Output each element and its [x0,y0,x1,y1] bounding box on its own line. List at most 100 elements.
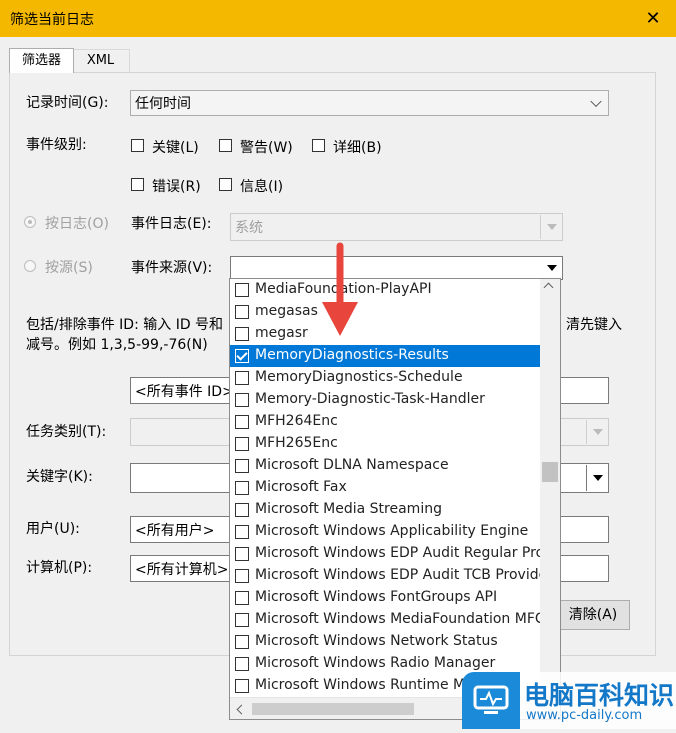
source-item-checkbox[interactable] [235,525,249,539]
monitor-icon [473,685,509,714]
source-item-checkbox[interactable] [235,371,249,385]
source-list-item[interactable]: megasas [230,301,542,323]
source-item-label: Microsoft Windows Network Status [255,633,498,649]
user-value: <所有用户> [135,522,215,539]
source-item-label: Microsoft Windows Runtime Me [255,677,474,693]
computer-label: 计算机(P): [26,560,93,576]
event-log-combo: 系统 [230,213,563,241]
source-list-item[interactable]: MediaFoundation-PlayAPI [230,279,542,301]
caret-down-icon [593,429,603,435]
checkbox-warning[interactable] [219,139,232,152]
radio-by-log-label: 按日志(O) [45,216,109,232]
computer-value: <所有计算机> [135,561,229,578]
source-list-item[interactable]: megasr [230,323,542,345]
watermark-text: 电脑百科知识 [524,681,675,710]
caret-down-icon [547,224,557,230]
checkmark-icon [236,349,248,361]
source-item-checkbox[interactable] [235,437,249,451]
source-list-item[interactable]: Microsoft Windows MediaFoundation MFCa [230,609,553,631]
event-level-label: 事件级别: [26,137,87,153]
source-item-label: Microsoft Windows FontGroups API [255,589,498,605]
source-item-checkbox[interactable] [235,305,249,319]
event-log-dropdown-button [540,215,561,239]
checkbox-information[interactable] [219,178,232,191]
logged-combo[interactable]: 任何时间 [130,90,609,116]
tab-filter[interactable]: 筛选器 [9,48,74,73]
source-item-label: Microsoft Windows Applicability Engine [255,523,529,539]
scrollbar-thumb[interactable] [542,462,558,482]
event-log-label: 事件日志(E): [131,216,212,232]
window-title: 筛选当前日志 [10,12,94,28]
checkbox-error-label: 错误(R) [152,179,201,195]
keywords-dropdown-button[interactable] [586,465,607,491]
source-item-checkbox[interactable] [235,547,249,561]
source-item-checkbox[interactable] [235,283,249,297]
source-item-checkbox[interactable] [235,591,249,605]
source-list-item[interactable]: Memory-Diagnostic-Task-Handler [230,389,542,411]
task-category-dropdown-button [586,420,607,444]
source-list-item[interactable]: Microsoft DLNA Namespace [230,455,542,477]
source-item-checkbox[interactable] [235,569,249,583]
logged-label: 记录时间(G): [26,95,109,111]
source-item-label: MemoryDiagnostics-Results [255,347,449,363]
source-item-checkbox[interactable] [235,481,249,495]
radio-dot [28,220,32,224]
checkbox-verbose-label: 详细(B) [333,140,382,156]
source-item-label: Microsoft Media Streaming [255,501,442,517]
watermark-text-box: 电脑百科知识 www.pc-daily.com [520,672,676,729]
user-label: 用户(U): [26,521,80,537]
caret-down-icon [593,475,603,481]
source-item-label: Microsoft Windows EDP Audit TCB Provider [255,567,553,583]
chevron-left-icon[interactable] [236,704,247,715]
source-item-label: MFH264Enc [255,413,338,429]
source-item-checkbox[interactable] [235,503,249,517]
source-item-checkbox[interactable] [235,349,249,363]
source-item-checkbox[interactable] [235,613,249,627]
source-list-item[interactable]: Microsoft Windows Applicability Engine [230,521,542,543]
source-item-checkbox[interactable] [235,679,249,693]
source-item-label: Microsoft Fax [255,479,347,495]
source-item-checkbox[interactable] [235,327,249,341]
source-item-checkbox[interactable] [235,415,249,429]
source-list-item[interactable]: MemoryDiagnostics-Results [230,345,542,367]
checkbox-critical[interactable] [131,139,144,152]
vertical-scrollbar[interactable] [540,279,560,697]
source-item-checkbox[interactable] [235,459,249,473]
source-list-item[interactable]: Microsoft Windows FontGroups API [230,587,542,609]
source-item-checkbox[interactable] [235,657,249,671]
checkbox-verbose[interactable] [312,139,325,152]
title-bar: 筛选当前日志 ✕ [0,0,676,37]
logged-value: 任何时间 [135,96,191,112]
chevron-up-icon[interactable] [543,282,554,293]
checkbox-critical-label: 关键(L) [152,140,199,156]
source-item-checkbox[interactable] [235,635,249,649]
task-category-label: 任务类别(T): [26,424,107,440]
radio-by-source[interactable] [24,260,36,272]
source-list-item[interactable]: Microsoft Media Streaming [230,499,542,521]
hscrollbar-thumb[interactable] [252,703,414,715]
source-item-label: Microsoft Windows Radio Manager [255,655,496,671]
source-list-item[interactable]: MemoryDiagnostics-Schedule [230,367,542,389]
close-icon[interactable]: ✕ [630,0,676,37]
tab-xml[interactable]: XML [72,49,130,72]
source-dropdown-list[interactable]: MediaFoundation-PlayAPI megasas megasr Memo… [229,278,561,720]
source-list-item[interactable]: Microsoft Windows EDP Audit TCB Provider [230,565,553,587]
event-id-description-tail: 清先键入 [566,317,622,333]
source-item-label: megasas [255,303,318,319]
source-item-label: MFH265Enc [255,435,338,451]
source-item-label: Memory-Diagnostic-Task-Handler [255,391,485,407]
source-list-item[interactable]: Microsoft Windows EDP Audit Regular Prov [230,543,552,565]
event-source-dropdown-button[interactable] [541,258,561,278]
radio-by-log[interactable] [24,216,36,228]
watermark-url: www.pc-daily.com [526,708,643,723]
source-list-item[interactable]: Microsoft Windows Network Status [230,631,542,653]
source-item-checkbox[interactable] [235,393,249,407]
checkbox-error[interactable] [131,178,144,191]
source-list-item[interactable]: Microsoft Fax [230,477,542,499]
checkbox-information-label: 信息(I) [240,179,284,195]
source-list-item[interactable]: MFH264Enc [230,411,542,433]
source-list-item[interactable]: MFH265Enc [230,433,542,455]
event-source-combo[interactable] [230,256,563,280]
radio-by-source-label: 按源(S) [45,260,93,276]
watermark-logo [462,672,520,729]
